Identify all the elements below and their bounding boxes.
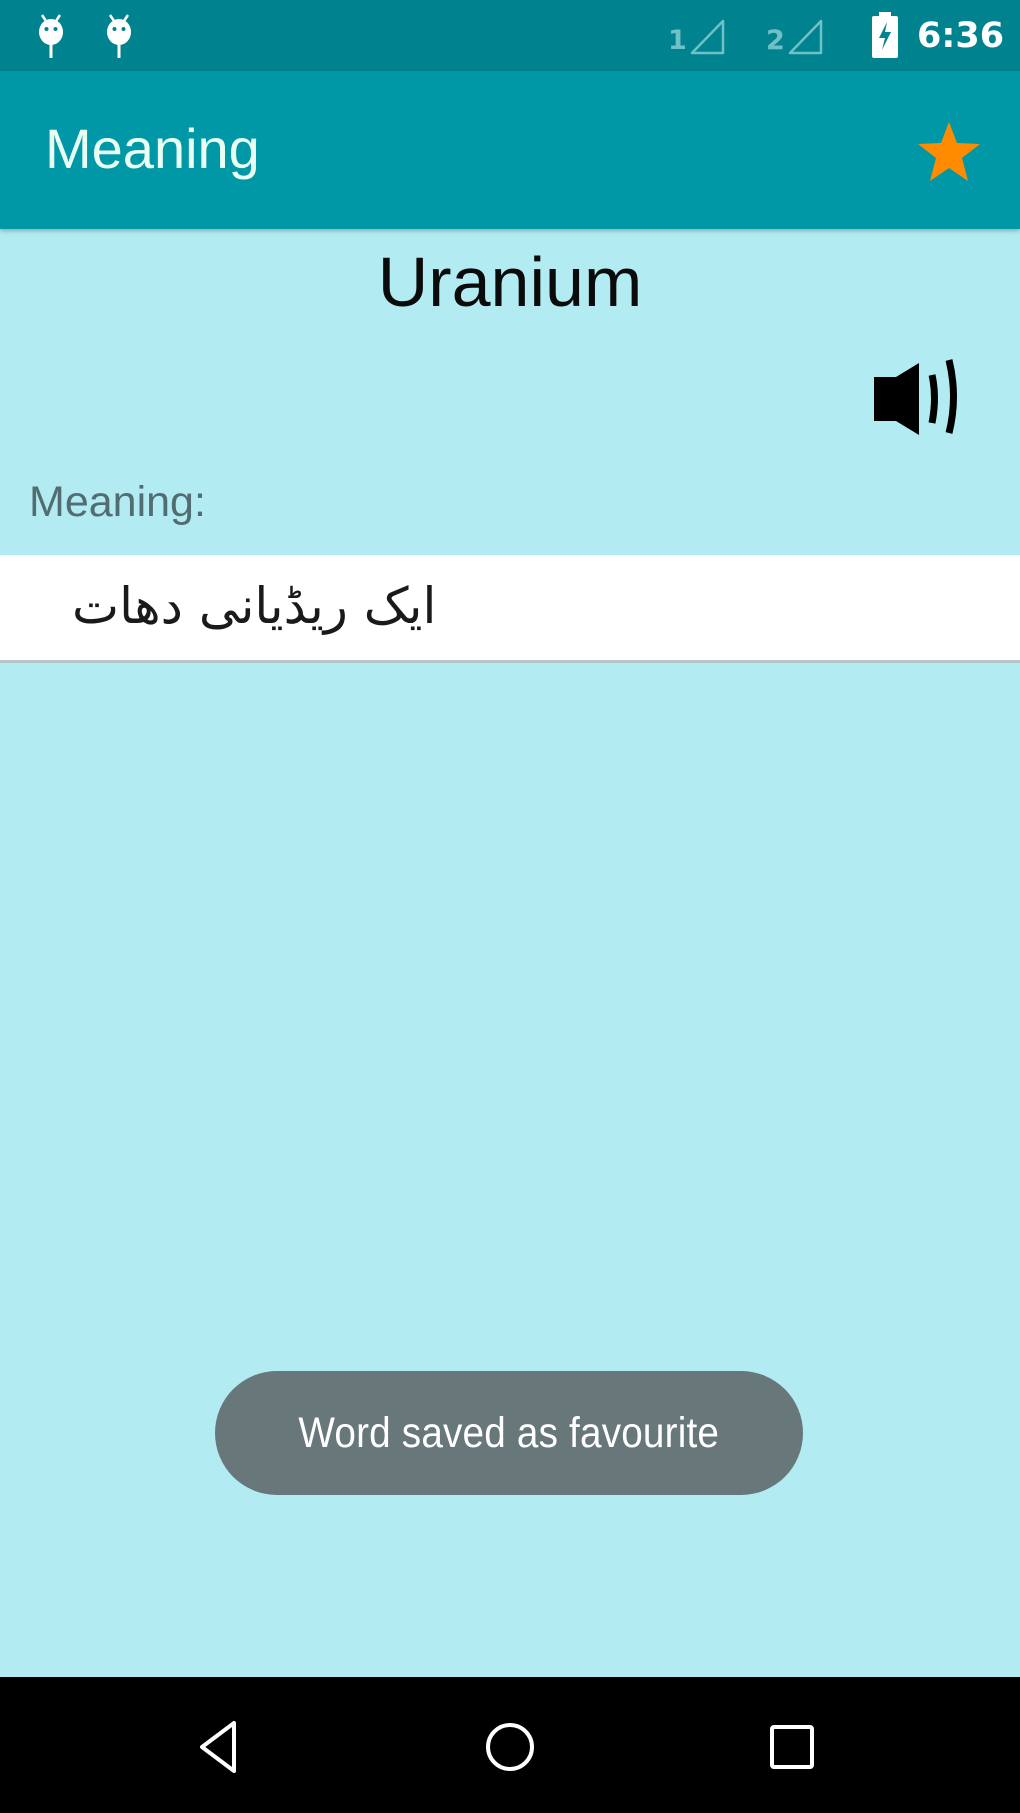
android-notification-icon: [104, 13, 134, 61]
battery-charging-icon: [870, 12, 900, 58]
back-icon: [200, 1721, 236, 1773]
toast: Word saved as favourite: [215, 1371, 803, 1495]
star-icon: [918, 122, 980, 181]
home-icon: [486, 1723, 534, 1771]
home-button[interactable]: [460, 1707, 560, 1787]
signal-icon: [690, 19, 725, 55]
favourite-button[interactable]: [913, 116, 985, 188]
meaning-label: Meaning:: [29, 478, 206, 526]
recents-icon: [770, 1725, 814, 1769]
sim-label: 1: [668, 25, 687, 56]
meaning-list-item[interactable]: ایک ریڈیانی دھات: [0, 555, 1020, 663]
pronounce-button[interactable]: [866, 355, 978, 441]
word-title: Uranium: [377, 243, 643, 321]
sim-label: 2: [766, 25, 785, 56]
recents-button[interactable]: [742, 1707, 842, 1787]
speaker-icon: [874, 359, 957, 435]
sim-1-signal: 1: [668, 16, 727, 56]
android-notification-icon: [36, 13, 66, 61]
meaning-text: ایک ریڈیانی دھات: [72, 577, 437, 635]
back-button[interactable]: [168, 1707, 268, 1787]
sim-2-signal: 2: [766, 16, 825, 56]
toast-message: Word saved as favourite: [298, 1408, 720, 1457]
toolbar-title: Meaning: [45, 117, 260, 180]
status-bar: 1 2 6:36: [0, 0, 1020, 71]
app-toolbar: Meaning: [0, 71, 1020, 229]
clock: 6:36: [917, 16, 1005, 56]
signal-icon: [788, 19, 823, 55]
navigation-bar: [0, 1677, 1020, 1813]
